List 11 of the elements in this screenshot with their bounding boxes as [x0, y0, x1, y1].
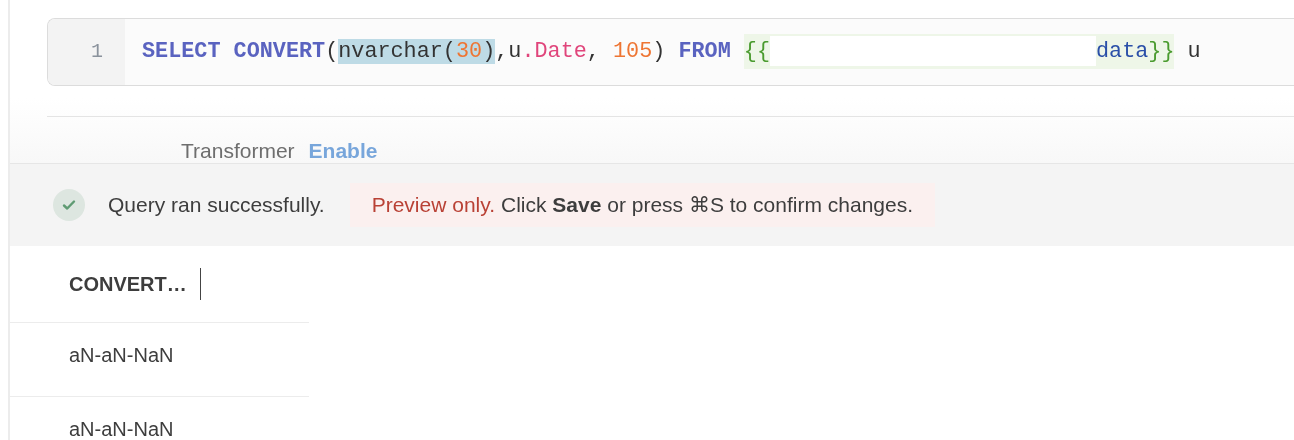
code-editor[interactable]: 1 SELECT CONVERT(nvarchar(30),u.Date, 105) FROM {{ data}} u: [47, 18, 1294, 86]
table-cell-text: aN-aN-NaN: [68, 343, 174, 365]
transformer-label: Transformer: [181, 139, 295, 162]
status-message: Query ran successfully.: [108, 193, 325, 217]
save-hint: Click Save or press ⌘S to confirm changes.: [501, 193, 914, 216]
code-line: SELECT CONVERT(nvarchar(30),u.Date, 105) FROM {{ data}} u: [125, 19, 1201, 85]
line-number: 1: [48, 19, 125, 85]
column-header[interactable]: CONVERT…: [69, 272, 187, 296]
table-cell-text: aN-aN-NaN: [68, 417, 174, 439]
preview-label: Preview only.: [371, 193, 495, 216]
column-resize-handle[interactable]: [199, 268, 202, 300]
